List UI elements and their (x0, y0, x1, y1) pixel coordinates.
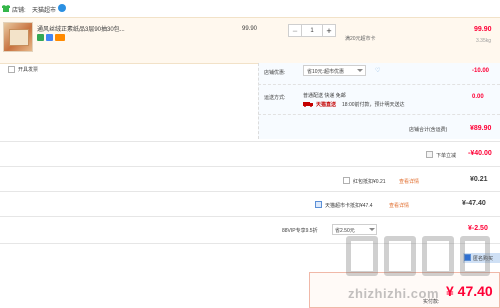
divider (0, 243, 500, 244)
increase-button[interactable]: + (323, 25, 335, 36)
order-page: 店铺: 天猫超市 通风丝绒正素纸品3层90抽30包... 99.90 − 1 +… (0, 0, 500, 308)
divider (258, 84, 500, 85)
chevron-down-icon (357, 69, 363, 72)
divider (0, 216, 500, 217)
store-icon (2, 5, 10, 12)
quantity-input[interactable]: 1 (301, 25, 323, 36)
payment-amount: ¥ 47.40 (446, 283, 493, 299)
tmall-card-label: 天猫超市卡抵扣¥47.4 (325, 203, 373, 209)
quantity-stepper: − 1 + (288, 24, 336, 37)
tmall-card-amount: ¥-47.40 (462, 200, 486, 207)
chevron-down-icon (369, 228, 375, 231)
info-icon[interactable]: ♡ (375, 67, 380, 74)
redpacket-checkbox[interactable] (343, 177, 350, 184)
store-name-link[interactable]: 天猫超市 (32, 5, 56, 14)
discount-label: 下单立减 (436, 153, 457, 159)
store-label: 店铺: (12, 8, 26, 14)
divider (0, 166, 500, 167)
shipping-fee: 0.00 (472, 94, 484, 100)
delivery-eta: 18:00前付款，预计明天送达 (342, 102, 405, 108)
anonymous-label: 匿名购买 (473, 256, 494, 262)
invoice-checkbox[interactable] (8, 66, 15, 73)
coupon-amount: -10.00 (472, 68, 490, 74)
chat-icon[interactable] (58, 4, 66, 12)
shipping-label: 运送方式: (264, 95, 286, 101)
redpacket-details-link[interactable]: 查看详情 (399, 178, 419, 185)
coupon-label: 店铺优惠: (264, 70, 286, 76)
vip-label: 88VIP专享9.5折 (282, 228, 318, 234)
service-tag-icon (46, 34, 53, 41)
product-thumbnail[interactable] (3, 22, 33, 52)
store-header (0, 0, 500, 18)
product-title-link[interactable]: 通风丝绒正素纸品3层90抽30包... (37, 24, 125, 33)
promo-note: 满20元超市卡 (345, 36, 376, 42)
store-total-label: 店铺合计(含运费) (409, 127, 448, 133)
discount-checkbox[interactable] (426, 151, 433, 158)
unit-price: 99.90 (242, 26, 258, 32)
vip-selected-value: 省2.50元 (335, 228, 355, 234)
anonymous-checkbox[interactable] (464, 254, 471, 261)
divider (258, 114, 500, 115)
redpacket-amount: ¥0.21 (470, 176, 488, 183)
divider (0, 141, 500, 142)
tmall-card-details-link[interactable]: 查看详情 (389, 202, 409, 209)
store-total-amount: ¥89.90 (470, 125, 492, 132)
service-tag-icon (37, 34, 44, 41)
shipping-mode: 普通配送 快递 免邮 (303, 93, 346, 99)
coupon-selected-value: 省10元:超市优惠 (307, 69, 344, 75)
line-price: 99.90 (474, 26, 492, 33)
discount-amount: -¥40.00 (468, 150, 492, 157)
product-weight: 3.35kg (476, 38, 492, 44)
invoice-label: 开具发票 (18, 67, 39, 73)
redpacket-label: 红包抵扣¥0.21 (353, 179, 386, 185)
tmall-card-checkbox[interactable] (315, 201, 322, 208)
truck-icon (303, 102, 313, 107)
decrease-button[interactable]: − (289, 25, 301, 36)
service-tag-icon (55, 34, 65, 41)
divider (0, 191, 500, 192)
payment-label: 实付款: (423, 299, 440, 305)
vip-amount: ¥-2.50 (468, 225, 488, 232)
delivery-badge: 天猫直送 (316, 102, 337, 108)
